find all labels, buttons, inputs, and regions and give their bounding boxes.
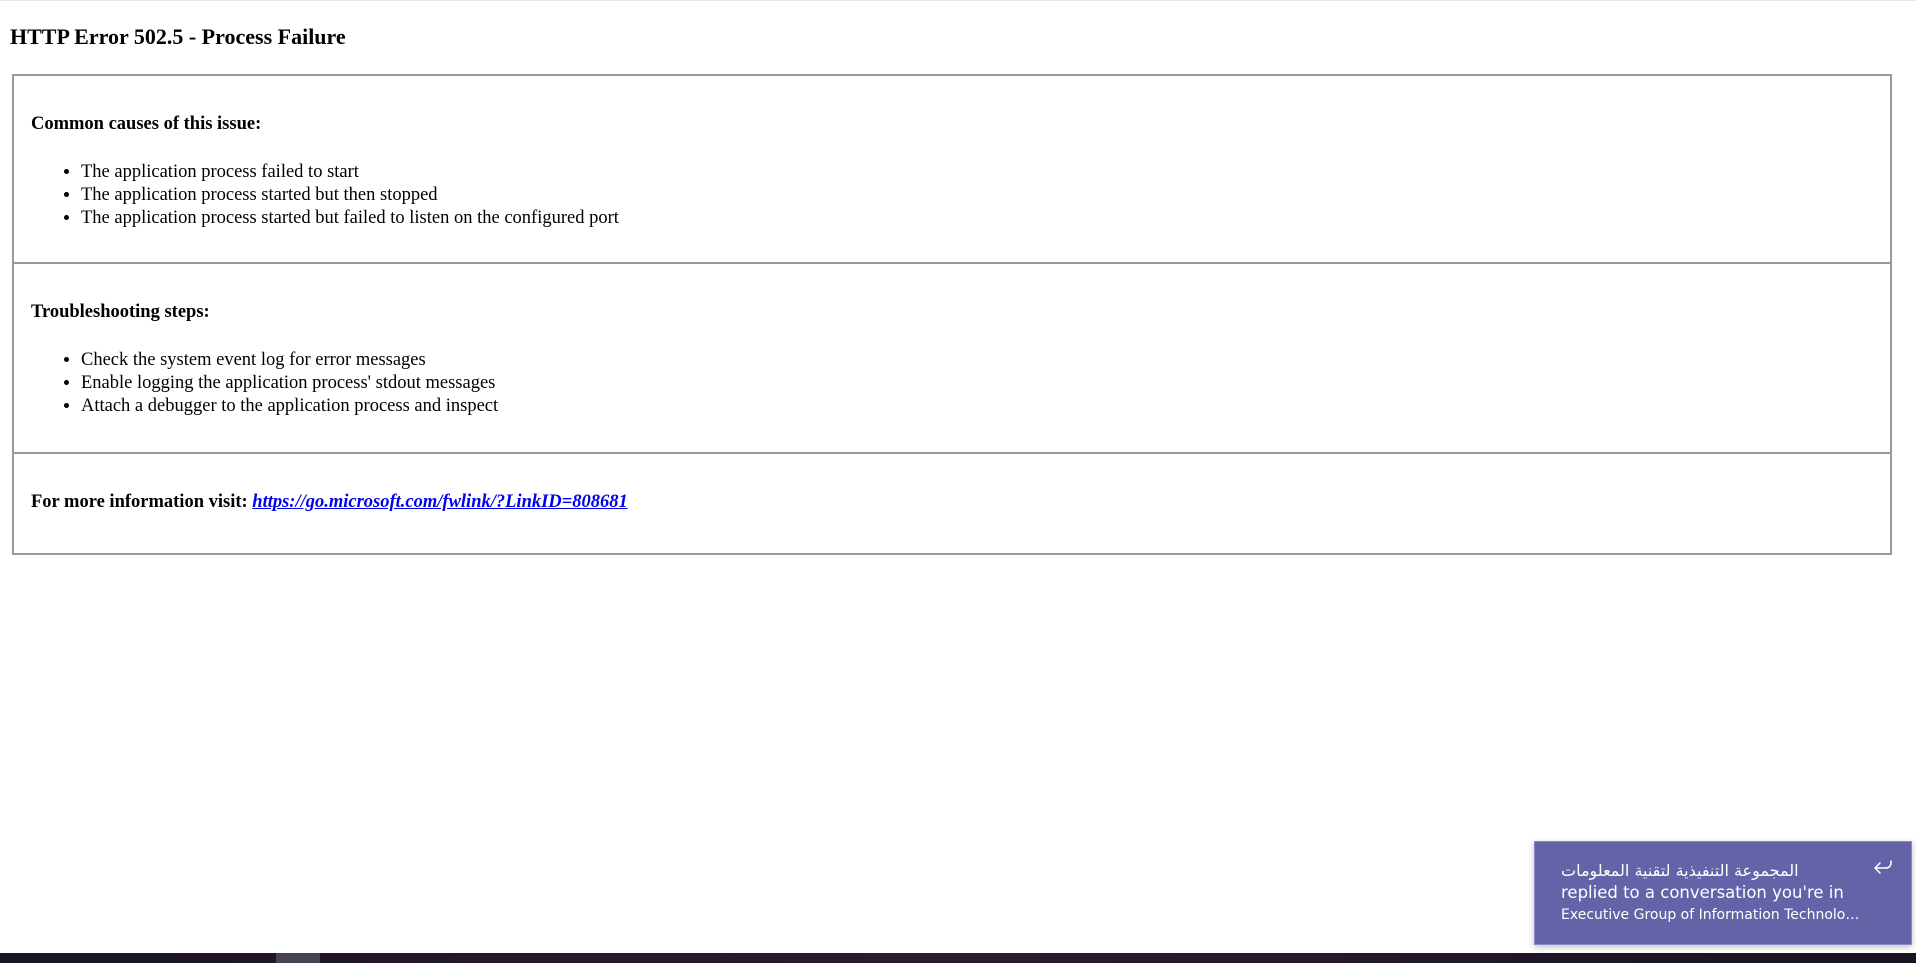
more-info-panel: For more information visit: https://go.m…: [12, 452, 1892, 555]
troubleshooting-panel: Troubleshooting steps: Check the system …: [12, 262, 1892, 454]
list-item: The application process started but fail…: [81, 207, 619, 230]
list-item: The application process failed to start: [81, 161, 619, 184]
common-causes-list: The application process failed to start …: [31, 161, 619, 230]
taskbar-active-indicator[interactable]: [276, 953, 320, 963]
common-causes-panel: Common causes of this issue: The applica…: [12, 74, 1892, 264]
reply-icon[interactable]: [1871, 856, 1895, 880]
list-item: Enable logging the application process' …: [81, 372, 498, 395]
page-title: HTTP Error 502.5 - Process Failure: [10, 24, 346, 49]
notification-channel: Executive Group of Information Technolog…: [1561, 907, 1861, 923]
list-item: The application process started but then…: [81, 184, 619, 207]
notification-sender: المجموعة التنفيذية لتقنية المعلومات: [1561, 861, 1799, 880]
teams-notification-toast[interactable]: المجموعة التنفيذية لتقنية المعلومات repl…: [1534, 841, 1912, 945]
common-causes-heading: Common causes of this issue:: [31, 114, 262, 134]
troubleshooting-heading: Troubleshooting steps:: [31, 302, 210, 322]
notification-message: replied to a conversation you're in: [1561, 883, 1844, 902]
list-item: Check the system event log for error mes…: [81, 349, 498, 372]
browser-top-border: [0, 0, 1916, 1]
taskbar: [0, 953, 1916, 963]
more-info-heading: For more information visit: https://go.m…: [31, 491, 628, 513]
troubleshooting-list: Check the system event log for error mes…: [31, 349, 498, 418]
more-info-link[interactable]: https://go.microsoft.com/fwlink/?LinkID=…: [252, 492, 627, 512]
more-info-label: For more information visit:: [31, 492, 248, 512]
list-item: Attach a debugger to the application pro…: [81, 395, 498, 418]
